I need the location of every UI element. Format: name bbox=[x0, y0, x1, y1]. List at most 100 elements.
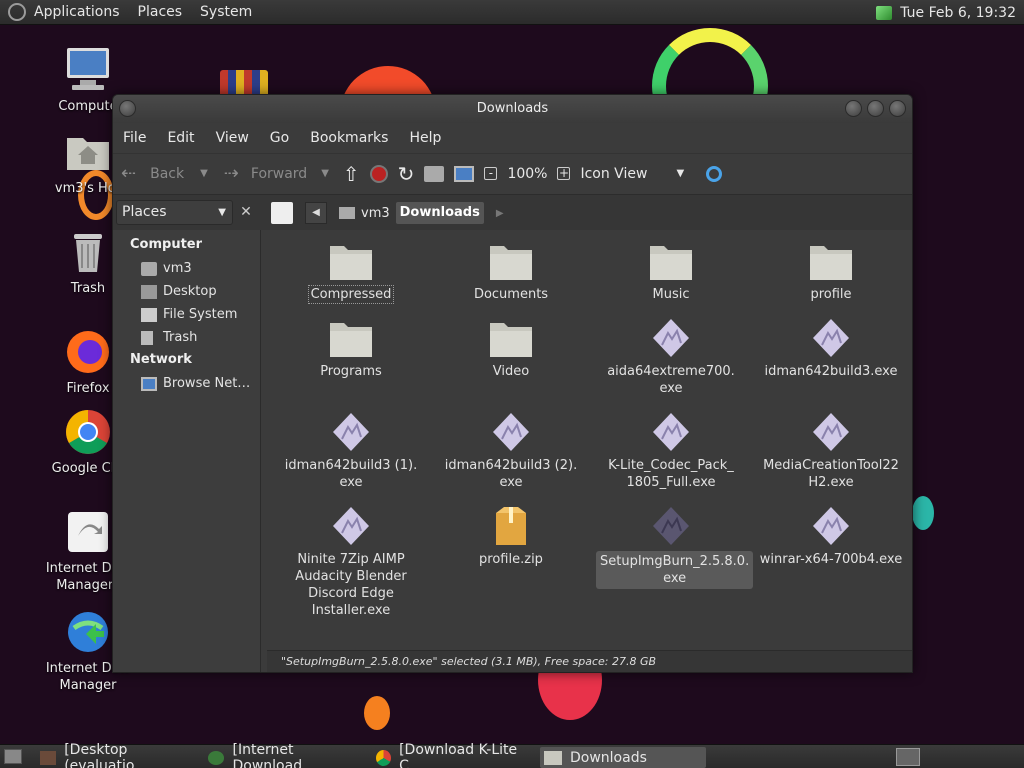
close-sidebar-button[interactable]: ✕ bbox=[235, 200, 257, 225]
sidebar-item-file-system[interactable]: File System bbox=[113, 303, 260, 326]
sidebar-item-desktop[interactable]: Desktop bbox=[113, 280, 260, 303]
menu-bar: File Edit View Go Bookmarks Help bbox=[113, 123, 912, 153]
bottom-panel: [Desktop (evaluatio… [Internet Download…… bbox=[0, 742, 1024, 768]
file-item[interactable]: idman642build3 (1). exe bbox=[276, 411, 426, 491]
folder-icon bbox=[328, 240, 374, 282]
file-item[interactable]: aida64extreme700. exe bbox=[596, 317, 746, 397]
show-desktop-icon[interactable] bbox=[4, 749, 22, 764]
file-item[interactable]: Programs bbox=[276, 317, 426, 380]
stop-icon bbox=[369, 164, 388, 183]
menu-view[interactable]: View bbox=[216, 130, 249, 146]
folder-icon bbox=[648, 240, 694, 282]
chevron-down-icon[interactable]: ▼ bbox=[321, 168, 329, 179]
file-item[interactable]: Music bbox=[596, 240, 746, 303]
folder-icon bbox=[488, 240, 534, 282]
sidebar-header-network: Network bbox=[130, 352, 192, 367]
maximize-button[interactable] bbox=[867, 100, 884, 117]
taskbar-item-downloads[interactable]: Downloads bbox=[540, 747, 706, 768]
workspace-switcher[interactable] bbox=[896, 748, 920, 766]
forward-button[interactable]: ⇢ Forward ▼ bbox=[224, 163, 329, 184]
distro-logo-icon[interactable] bbox=[8, 3, 26, 21]
executable-icon bbox=[328, 505, 374, 547]
search-icon bbox=[706, 165, 723, 182]
idm-icon bbox=[64, 508, 112, 556]
drive-icon bbox=[141, 307, 157, 322]
menu-file[interactable]: File bbox=[123, 130, 146, 146]
taskbar-item-chrome[interactable]: [Download K-Lite C… bbox=[372, 742, 537, 768]
window-menu-button[interactable] bbox=[119, 100, 136, 117]
executable-icon bbox=[808, 317, 854, 359]
sidebar-item-browse-network[interactable]: Browse Net… bbox=[113, 372, 260, 395]
breadcrumb-downloads[interactable]: Downloads bbox=[395, 202, 484, 224]
taskbar-item-idm[interactable]: [Internet Download… bbox=[204, 742, 369, 768]
winrar-desktop-icon[interactable] bbox=[220, 70, 268, 94]
arrow-up-icon: ⇧ bbox=[342, 161, 360, 186]
menu-help[interactable]: Help bbox=[409, 130, 441, 146]
sidebar-item-vm3[interactable]: vm3 bbox=[113, 257, 260, 280]
back-button[interactable]: ⇠ Back ▼ bbox=[121, 163, 208, 184]
places-menu[interactable]: Places bbox=[138, 4, 183, 20]
executable-icon bbox=[648, 317, 694, 359]
file-manager-window: Downloads File Edit View Go Bookmarks He… bbox=[112, 94, 913, 673]
view-mode-select[interactable]: Icon View ▼ bbox=[580, 166, 684, 182]
file-item[interactable]: profile.zip bbox=[436, 505, 586, 568]
trash-icon bbox=[141, 330, 153, 345]
close-button[interactable] bbox=[889, 100, 906, 117]
network-icon bbox=[141, 376, 157, 391]
edit-location-button[interactable] bbox=[271, 202, 293, 224]
sidebar-header-computer: Computer bbox=[130, 237, 203, 252]
breadcrumb-left-button[interactable]: ◀ bbox=[305, 202, 327, 224]
breadcrumb-vm3[interactable]: vm3 bbox=[333, 202, 396, 224]
chevron-down-icon[interactable]: ▼ bbox=[200, 168, 208, 179]
file-item[interactable]: Ninite 7Zip AIMP Audacity Blender Discor… bbox=[276, 505, 426, 619]
reload-button[interactable]: ↻ bbox=[398, 162, 415, 186]
top-panel: Applications Places System Tue Feb 6, 19… bbox=[0, 0, 1024, 25]
breadcrumb-right-button[interactable]: ▶ bbox=[496, 208, 504, 219]
minimize-button[interactable] bbox=[845, 100, 862, 117]
status-bar: "SetupImgBurn_2.5.8.0.exe" selected (3.1… bbox=[267, 650, 912, 672]
sidebar-type-select[interactable]: Places ▼ bbox=[116, 200, 233, 225]
menu-go[interactable]: Go bbox=[270, 130, 289, 146]
chevron-down-icon: ▼ bbox=[218, 207, 226, 218]
zoom-level: 100% bbox=[507, 165, 548, 182]
applications-menu[interactable]: Applications bbox=[34, 4, 120, 20]
zip-archive-icon bbox=[488, 505, 534, 547]
home-icon bbox=[141, 261, 157, 276]
chrome-icon bbox=[64, 408, 112, 456]
toolbar: ⇠ Back ▼ ⇢ Forward ▼ ⇧ ↻ - 100% + Icon V… bbox=[113, 153, 912, 193]
executable-icon bbox=[328, 411, 374, 453]
executable-icon bbox=[808, 505, 854, 547]
file-item[interactable]: Video bbox=[436, 317, 586, 380]
window-titlebar[interactable]: Downloads bbox=[113, 95, 912, 123]
trash-icon bbox=[64, 228, 112, 276]
home-button[interactable] bbox=[424, 165, 445, 182]
file-item[interactable]: idman642build3.exe bbox=[756, 317, 906, 380]
file-item[interactable]: K-Lite_Codec_Pack_ 1805_Full.exe bbox=[596, 411, 746, 491]
file-item[interactable]: profile bbox=[756, 240, 906, 303]
folder-icon bbox=[808, 240, 854, 282]
system-menu[interactable]: System bbox=[200, 4, 252, 20]
reload-icon: ↻ bbox=[397, 161, 415, 186]
file-item[interactable]: Documents bbox=[436, 240, 586, 303]
file-item[interactable]: MediaCreationTool22 H2.exe bbox=[756, 411, 906, 491]
taskbar-item-desktop[interactable]: [Desktop (evaluatio… bbox=[36, 742, 201, 768]
zoom-out-button[interactable]: - bbox=[484, 167, 498, 180]
clock[interactable]: Tue Feb 6, 19:32 bbox=[900, 5, 1016, 21]
places-sidebar: Computer vm3 Desktop File System Trash N… bbox=[113, 230, 261, 672]
arrow-left-icon: ⇠ bbox=[121, 163, 137, 184]
up-button[interactable]: ⇧ bbox=[343, 162, 360, 186]
computer-button[interactable] bbox=[454, 165, 475, 182]
menu-edit[interactable]: Edit bbox=[167, 130, 194, 146]
sidebar-item-trash[interactable]: Trash bbox=[113, 326, 260, 349]
search-button[interactable] bbox=[706, 165, 723, 182]
zoom-in-button[interactable]: + bbox=[557, 167, 571, 180]
home-icon bbox=[424, 165, 445, 182]
stop-button[interactable] bbox=[369, 164, 388, 183]
menu-bookmarks[interactable]: Bookmarks bbox=[310, 130, 388, 146]
folder-icon bbox=[488, 317, 534, 359]
network-status-icon[interactable] bbox=[876, 5, 893, 20]
file-item[interactable]: idman642build3 (2). exe bbox=[436, 411, 586, 491]
file-item[interactable]: winrar-x64-700b4.exe bbox=[756, 505, 906, 568]
file-item[interactable]: Compressed bbox=[276, 240, 426, 304]
file-item-selected[interactable]: SetupImgBurn_2.5.8.0. exe bbox=[596, 505, 754, 589]
